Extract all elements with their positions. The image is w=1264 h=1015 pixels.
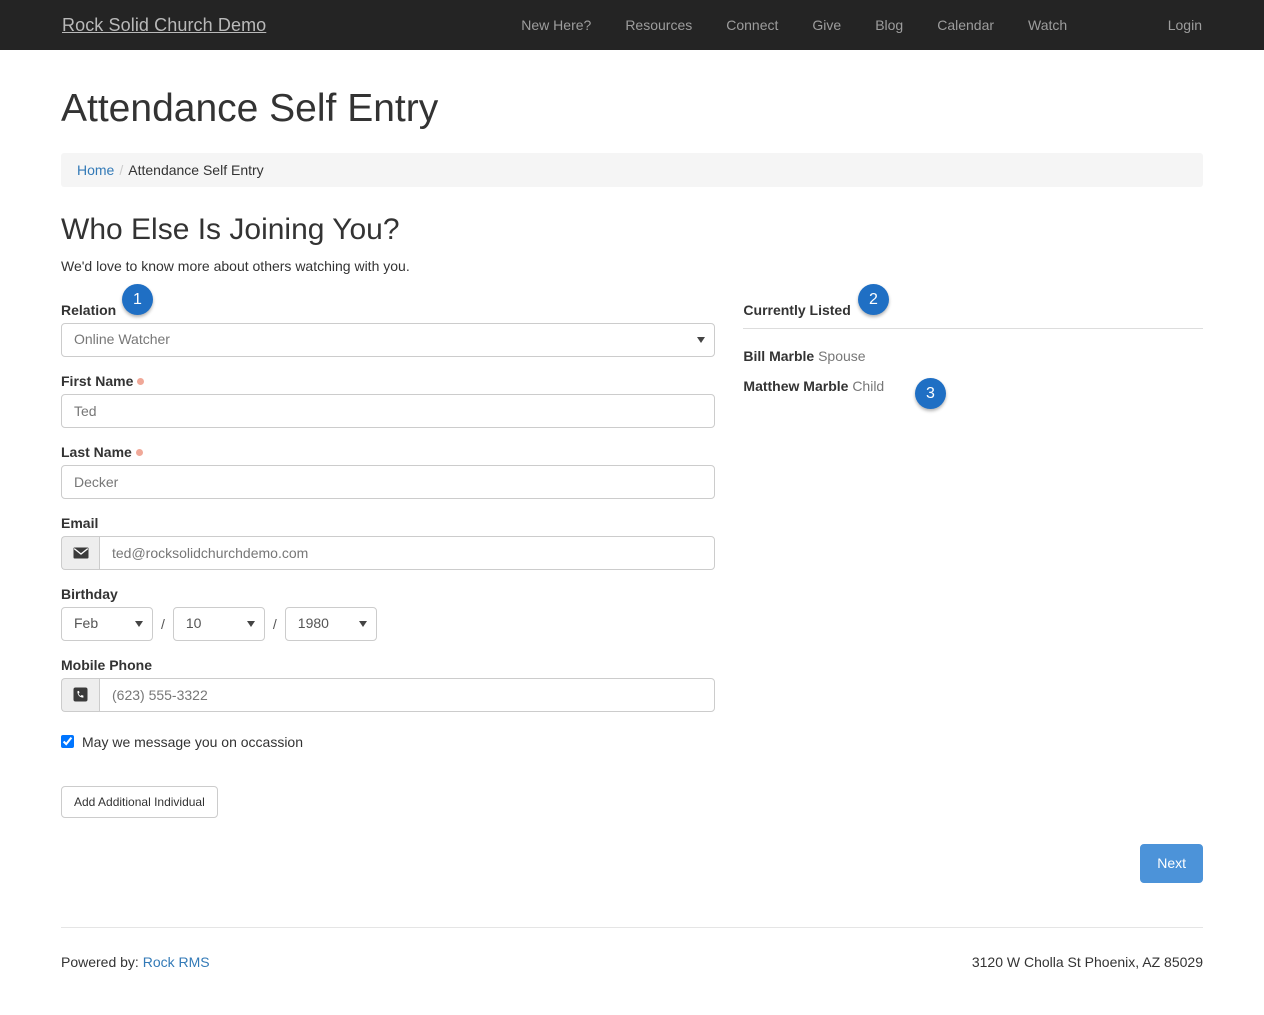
content-row: Relation Online Watcher First Name Ted L… — [61, 302, 1203, 818]
first-name-label: First Name — [61, 373, 715, 389]
required-indicator-icon — [135, 448, 143, 456]
mobile-phone-input[interactable] — [99, 677, 716, 712]
add-individual-wrap: Add Additional Individual — [61, 785, 715, 818]
breadcrumb-home-link[interactable]: Home — [77, 162, 114, 178]
birthday-month-wrap: Feb — [61, 606, 153, 641]
entry-form-column: Relation Online Watcher First Name Ted L… — [61, 302, 716, 818]
phone-square-icon — [61, 677, 99, 712]
birthday-month-select[interactable]: Feb — [61, 606, 153, 641]
add-additional-individual-button[interactable]: Add Additional Individual — [61, 785, 218, 818]
list-item: Matthew Marble Child — [743, 375, 1203, 397]
relation-select-wrap: Online Watcher — [61, 322, 716, 357]
birthday-year-wrap: 1980 — [284, 606, 377, 641]
first-name-input[interactable] — [61, 393, 716, 428]
birthday-form-group: Birthday Feb / 10 / 1980 — [61, 586, 715, 641]
email-input-group — [61, 535, 716, 570]
last-name-label-text: Last Name — [61, 443, 132, 460]
nav-item-watch[interactable]: Watch — [1011, 17, 1084, 33]
listed-person-relation: Spouse — [818, 347, 866, 364]
annotation-badge-1: 1 — [122, 284, 153, 315]
relation-label: Relation — [61, 302, 715, 318]
mobile-phone-input-group — [61, 677, 716, 712]
last-name-input[interactable] — [61, 464, 716, 499]
nav-item-connect[interactable]: Connect — [709, 17, 795, 33]
last-name-label: Last Name — [61, 444, 715, 460]
page-footer: Powered by: Rock RMS 3120 W Cholla St Ph… — [61, 928, 1203, 970]
envelope-icon — [61, 535, 99, 570]
email-label-text: Email — [61, 514, 99, 531]
nav-item-resources[interactable]: Resources — [608, 17, 709, 33]
message-consent-checkbox[interactable] — [61, 735, 74, 749]
currently-listed-heading: Currently Listed — [743, 301, 851, 318]
breadcrumb-separator: / — [119, 161, 124, 178]
nav-item-give[interactable]: Give — [795, 17, 858, 33]
email-label: Email — [61, 515, 715, 531]
breadcrumb: Home / Attendance Self Entry — [61, 152, 1203, 187]
mobile-phone-form-group: Mobile Phone — [61, 657, 716, 712]
mobile-phone-label: Mobile Phone — [61, 657, 715, 673]
birthday-row: Feb / 10 / 1980 — [61, 606, 715, 641]
page-container: Attendance Self Entry Home / Attendance Se… — [61, 87, 1203, 970]
relation-select[interactable]: Online Watcher — [61, 322, 716, 357]
currently-listed-column: Currently Listed Bill Marble Spouse Matt… — [743, 302, 1203, 818]
form-actions-row: Next — [61, 843, 1203, 883]
listed-person-name: Matthew Marble — [743, 378, 849, 395]
next-button[interactable]: Next — [1140, 843, 1203, 883]
first-name-label-text: First Name — [61, 372, 134, 389]
currently-listed-divider — [743, 327, 1203, 329]
footer-address: 3120 W Cholla St Phoenix, AZ 85029 — [971, 953, 1203, 970]
message-consent-label[interactable]: May we message you on occassion — [82, 734, 303, 750]
message-consent-row: May we message you on occassion — [61, 734, 715, 750]
nav-right-group: Login — [1168, 17, 1202, 33]
listed-person-relation: Child — [852, 378, 885, 395]
powered-by-label: Powered by: — [61, 953, 139, 970]
primary-nav: New Here? Resources Connect Give Blog Ca… — [504, 17, 1084, 33]
last-name-form-group: Last Name — [61, 444, 716, 499]
nav-item-new-here[interactable]: New Here? — [504, 17, 608, 33]
relation-label-text: Relation — [61, 301, 117, 318]
mobile-phone-label-text: Mobile Phone — [61, 656, 152, 673]
login-link[interactable]: Login — [1168, 17, 1202, 33]
site-brand[interactable]: Rock Solid Church Demo — [62, 15, 266, 36]
birthday-day-select[interactable]: 10 — [172, 606, 265, 641]
birthday-year-select[interactable]: 1980 — [284, 606, 377, 641]
birthday-label-text: Birthday — [61, 585, 118, 602]
relation-form-group: Relation Online Watcher — [61, 302, 716, 357]
required-indicator-icon — [137, 377, 145, 385]
annotation-badge-3: 3 — [915, 378, 946, 409]
email-form-group: Email — [61, 515, 716, 570]
section-heading: Who Else Is Joining You? — [61, 212, 400, 246]
email-input[interactable] — [99, 535, 716, 570]
nav-item-blog[interactable]: Blog — [858, 17, 920, 33]
top-navbar: Rock Solid Church Demo New Here? Resourc… — [0, 0, 1264, 50]
first-name-form-group: First Name — [61, 373, 716, 428]
annotation-badge-2: 2 — [858, 284, 889, 315]
list-item: Bill Marble Spouse — [743, 345, 1203, 367]
birthday-label: Birthday — [61, 586, 715, 602]
breadcrumb-current: Attendance Self Entry — [128, 161, 264, 178]
birthday-day-wrap: 10 — [172, 606, 265, 641]
birthday-separator-1: / — [161, 615, 165, 632]
nav-item-calendar[interactable]: Calendar — [920, 17, 1011, 33]
listed-person-name: Bill Marble — [743, 347, 815, 364]
section-subtext: We'd love to know more about others watc… — [61, 257, 410, 274]
birthday-separator-2: / — [272, 615, 277, 632]
page-title: Attendance Self Entry — [61, 87, 439, 130]
powered-by-block: Powered by: Rock RMS — [61, 954, 210, 970]
rock-rms-link[interactable]: Rock RMS — [143, 954, 210, 970]
